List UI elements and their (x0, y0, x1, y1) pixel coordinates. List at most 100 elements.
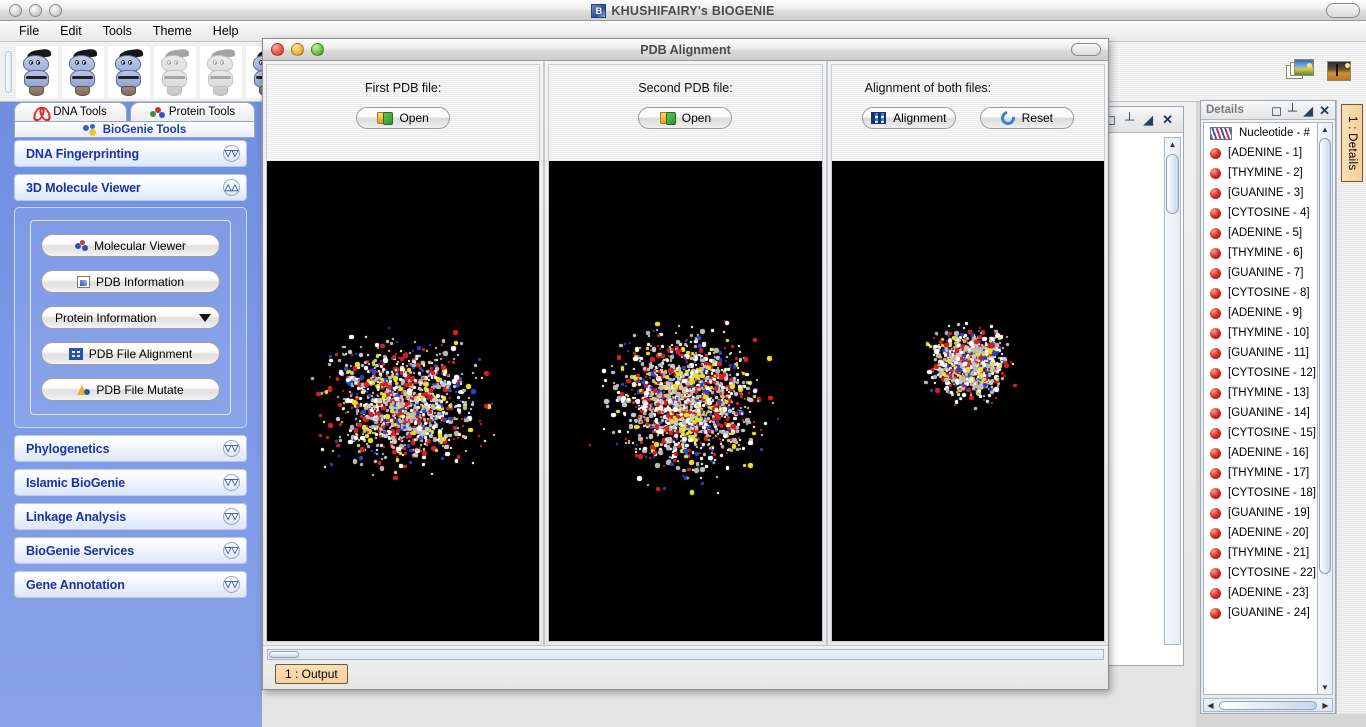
chevron-down-icon[interactable]: ▽▽ (223, 474, 240, 491)
pdb-file-alignment-button[interactable]: PDB File Alignment (41, 342, 220, 365)
dialog-horizontal-scrollbar[interactable] (267, 649, 1104, 660)
list-item[interactable]: [THYMINE - 2] (1204, 163, 1332, 183)
menu-help[interactable]: Help (204, 22, 248, 40)
window-controls-left[interactable] (9, 4, 62, 17)
maximize-icon[interactable] (1326, 3, 1360, 18)
chevron-down-icon[interactable]: ▽▽ (223, 576, 240, 593)
chevron-up-icon[interactable]: △△ (223, 179, 240, 196)
open-first-pdb-button[interactable]: Open (356, 107, 450, 129)
reset-button[interactable]: Reset (980, 107, 1074, 129)
genie-button-2[interactable] (62, 46, 104, 98)
alignment-grid-icon (69, 348, 83, 360)
list-item[interactable]: [THYMINE - 17] (1204, 463, 1332, 483)
list-item[interactable]: [THYMINE - 10] (1204, 323, 1332, 343)
chevron-down-icon[interactable]: ▽▽ (223, 542, 240, 559)
nucleotide-list[interactable]: Nucleotide - # [ADENINE - 1][THYMINE - 2… (1203, 122, 1333, 695)
dialog-title: PDB Alignment (263, 43, 1108, 57)
scroll-left-arrow[interactable]: ◀ (1204, 701, 1217, 710)
menu-edit[interactable]: Edit (51, 22, 91, 40)
chevron-down-icon[interactable]: ▽▽ (223, 145, 240, 162)
close-button[interactable] (9, 4, 22, 17)
second-pdb-molecule-view[interactable] (548, 161, 822, 642)
list-item[interactable]: [CYTOSINE - 12] (1204, 363, 1332, 383)
tab-details-label: 1 : Details (1346, 116, 1358, 170)
pin-icon[interactable]: ┴ (1125, 113, 1134, 126)
chevron-down-icon[interactable] (199, 314, 211, 322)
scroll-up-arrow[interactable]: ▲ (1318, 123, 1332, 136)
list-item[interactable]: [THYMINE - 21] (1204, 543, 1332, 563)
restore-icon[interactable]: ◻ (1271, 104, 1282, 117)
list-item[interactable]: [GUANINE - 7] (1204, 263, 1332, 283)
list-item[interactable]: [GUANINE - 3] (1204, 183, 1332, 203)
section-header-gene-annotation[interactable]: Gene Annotation ▽▽ (14, 571, 247, 598)
editor-vertical-scrollbar[interactable]: ▲ (1164, 137, 1181, 645)
pdb-file-mutate-button[interactable]: PDB File Mutate (41, 378, 220, 401)
zoom-button[interactable] (49, 4, 62, 17)
section-header-phylogenetics[interactable]: Phylogenetics ▽▽ (14, 435, 247, 462)
menu-theme[interactable]: Theme (144, 22, 201, 40)
section-header-3d-molecule-viewer[interactable]: 3D Molecule Viewer △△ (14, 174, 247, 201)
list-item[interactable]: [GUANINE - 11] (1204, 343, 1332, 363)
list-item[interactable]: [CYTOSINE - 18] (1204, 483, 1332, 503)
minimize-button[interactable] (29, 4, 42, 17)
molecular-viewer-button[interactable]: Molecular Viewer (41, 234, 220, 257)
list-item[interactable]: [CYTOSINE - 8] (1204, 283, 1332, 303)
toolbar-drag-handle[interactable] (5, 51, 12, 93)
pin-icon[interactable]: ┴ (1288, 104, 1297, 117)
open-second-pdb-button[interactable]: Open (638, 107, 732, 129)
tab-protein-tools[interactable]: Protein Tools (130, 102, 255, 121)
nucleotide-bead-icon (1210, 188, 1221, 199)
list-item[interactable]: [ADENINE - 20] (1204, 523, 1332, 543)
section-header-dna-fingerprinting[interactable]: DNA Fingerprinting ▽▽ (14, 140, 247, 167)
close-icon[interactable]: ✕ (1319, 104, 1330, 117)
images-icon[interactable] (1286, 59, 1316, 84)
list-item[interactable]: [CYTOSINE - 22] (1204, 563, 1332, 583)
details-horizontal-scrollbar[interactable]: ◀ ▶ (1203, 698, 1333, 712)
menu-tools[interactable]: Tools (94, 22, 141, 40)
list-item[interactable]: [ADENINE - 16] (1204, 443, 1332, 463)
scroll-down-arrow[interactable]: ▼ (1318, 681, 1332, 694)
tab-biogenie-tools[interactable]: BioGenie Tools (14, 121, 255, 138)
genie-button-3[interactable] (108, 46, 150, 98)
pdb-information-button[interactable]: PDB Information (41, 270, 220, 293)
menu-file[interactable]: File (10, 22, 48, 40)
alignment-molecule-view[interactable] (831, 161, 1105, 642)
genie-icon-disabled (204, 49, 238, 97)
float-icon[interactable]: ◢ (1143, 113, 1153, 126)
section-header-islamic-biogenie[interactable]: Islamic BioGenie ▽▽ (14, 469, 247, 496)
tab-details-vertical[interactable]: 1 : Details (1341, 104, 1363, 182)
tab-dna-tools[interactable]: DNA Tools (14, 102, 127, 121)
dialog-maximize-icon[interactable] (1071, 43, 1101, 56)
protein-information-dropdown[interactable]: Protein Information (41, 306, 220, 329)
scroll-thumb[interactable] (1166, 154, 1179, 214)
list-item[interactable]: [GUANINE - 14] (1204, 403, 1332, 423)
list-item[interactable]: [GUANINE - 24] (1204, 603, 1332, 623)
chevron-down-icon[interactable]: ▽▽ (223, 440, 240, 457)
list-item[interactable]: [CYTOSINE - 4] (1204, 203, 1332, 223)
scroll-thumb[interactable] (1319, 138, 1331, 574)
alignment-button[interactable]: Alignment (862, 107, 956, 129)
scroll-thumb[interactable] (1219, 701, 1317, 710)
molecule-render-3 (832, 161, 1104, 641)
first-pdb-molecule-view[interactable] (266, 161, 540, 642)
close-icon[interactable]: ✕ (1162, 113, 1173, 126)
genie-button-1[interactable] (16, 46, 58, 98)
list-item[interactable]: [THYMINE - 13] (1204, 383, 1332, 403)
list-item[interactable]: [ADENINE - 5] (1204, 223, 1332, 243)
picture-icon[interactable] (1324, 59, 1354, 84)
list-item[interactable]: [ADENINE - 23] (1204, 583, 1332, 603)
float-icon[interactable]: ◢ (1303, 104, 1313, 117)
scroll-right-arrow[interactable]: ▶ (1319, 701, 1332, 710)
list-item[interactable]: [THYMINE - 6] (1204, 243, 1332, 263)
scroll-up-arrow[interactable]: ▲ (1165, 138, 1180, 152)
details-vertical-scrollbar[interactable]: ▲ ▼ (1317, 122, 1333, 695)
list-item[interactable]: [GUANINE - 19] (1204, 503, 1332, 523)
chevron-down-icon[interactable]: ▽▽ (223, 508, 240, 525)
list-item[interactable]: [CYTOSINE - 15] (1204, 423, 1332, 443)
list-item[interactable]: [ADENINE - 1] (1204, 143, 1332, 163)
section-header-linkage-analysis[interactable]: Linkage Analysis ▽▽ (14, 503, 247, 530)
section-header-biogenie-services[interactable]: BioGenie Services ▽▽ (14, 537, 247, 564)
scroll-thumb[interactable] (269, 651, 299, 658)
list-item[interactable]: [ADENINE - 9] (1204, 303, 1332, 323)
tab-output[interactable]: 1 : Output (275, 664, 348, 684)
